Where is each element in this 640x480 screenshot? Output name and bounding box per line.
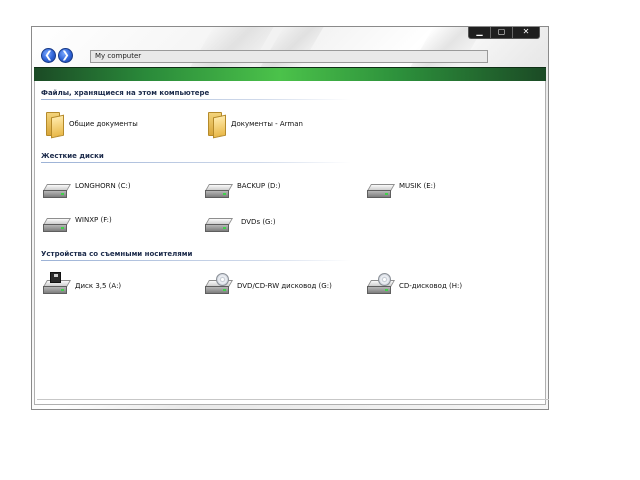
explorer-window: ▁ ▢ ✕ ❮ ❯ My computer Файлы, хранящиеся … [31, 26, 549, 410]
hard-drive-icon [42, 213, 72, 235]
command-bar [34, 67, 546, 81]
section-title-stored-files: Файлы, хранящиеся на этом компьютере [41, 89, 210, 97]
item-label: DVDs (G:) [241, 218, 276, 226]
item-label: Диск 3,5 (A:) [75, 282, 122, 290]
hard-drive-icon [204, 179, 234, 201]
section-divider [41, 260, 351, 261]
hard-drive-icon [204, 213, 234, 235]
hard-drive-icon [42, 179, 72, 201]
item-drive-f[interactable]: WINXP (F:) [42, 209, 112, 239]
item-dvd-g[interactable]: DVD/CD-RW дисковод (G:) [204, 271, 332, 301]
item-label: MUSIK (E:) [399, 182, 436, 190]
item-cd-h[interactable]: CD-дисковод (H:) [366, 271, 463, 301]
arrow-left-icon: ❮ [44, 50, 53, 61]
item-arman-documents[interactable]: Документы - Arman [205, 109, 303, 139]
address-bar[interactable]: My computer [90, 50, 488, 63]
item-label: Общие документы [69, 120, 138, 128]
item-drive-c[interactable]: LONGHORN (C:) [42, 175, 131, 205]
item-label: BACKUP (D:) [237, 182, 281, 190]
section-title-hard-drives: Жесткие диски [41, 152, 104, 160]
item-label: CD-дисковод (H:) [399, 282, 463, 290]
back-button[interactable]: ❮ [41, 48, 56, 63]
bottom-edge [37, 399, 549, 402]
item-shared-documents[interactable]: Общие документы [43, 109, 138, 139]
folder-icon [205, 110, 227, 139]
item-drive-d[interactable]: BACKUP (D:) [204, 175, 281, 205]
maximize-button[interactable]: ▢ [491, 27, 513, 38]
content-pane: Файлы, хранящиеся на этом компьютере Общ… [34, 81, 549, 405]
section-divider [41, 162, 351, 163]
folder-icon [43, 110, 65, 139]
cd-drive-icon [366, 273, 396, 297]
section-divider [41, 99, 351, 100]
minimize-button[interactable]: ▁ [469, 27, 491, 38]
arrow-right-icon: ❯ [61, 50, 70, 61]
dvd-drive-icon [204, 273, 234, 297]
forward-button[interactable]: ❯ [58, 48, 73, 63]
item-drive-g-dvds[interactable]: DVDs (G:) [204, 209, 276, 239]
item-floppy-a[interactable]: Диск 3,5 (A:) [42, 271, 122, 301]
window-controls: ▁ ▢ ✕ [468, 27, 540, 39]
close-button[interactable]: ✕ [513, 27, 539, 38]
item-label: WINXP (F:) [75, 216, 112, 224]
item-drive-e[interactable]: MUSIK (E:) [366, 175, 436, 205]
floppy-drive-icon [42, 272, 72, 297]
item-label: LONGHORN (C:) [75, 182, 131, 190]
hard-drive-icon [366, 179, 396, 201]
item-label: DVD/CD-RW дисковод (G:) [237, 282, 332, 290]
item-label: Документы - Arman [231, 120, 303, 128]
section-title-removable: Устройства со съемными носителями [41, 250, 193, 258]
